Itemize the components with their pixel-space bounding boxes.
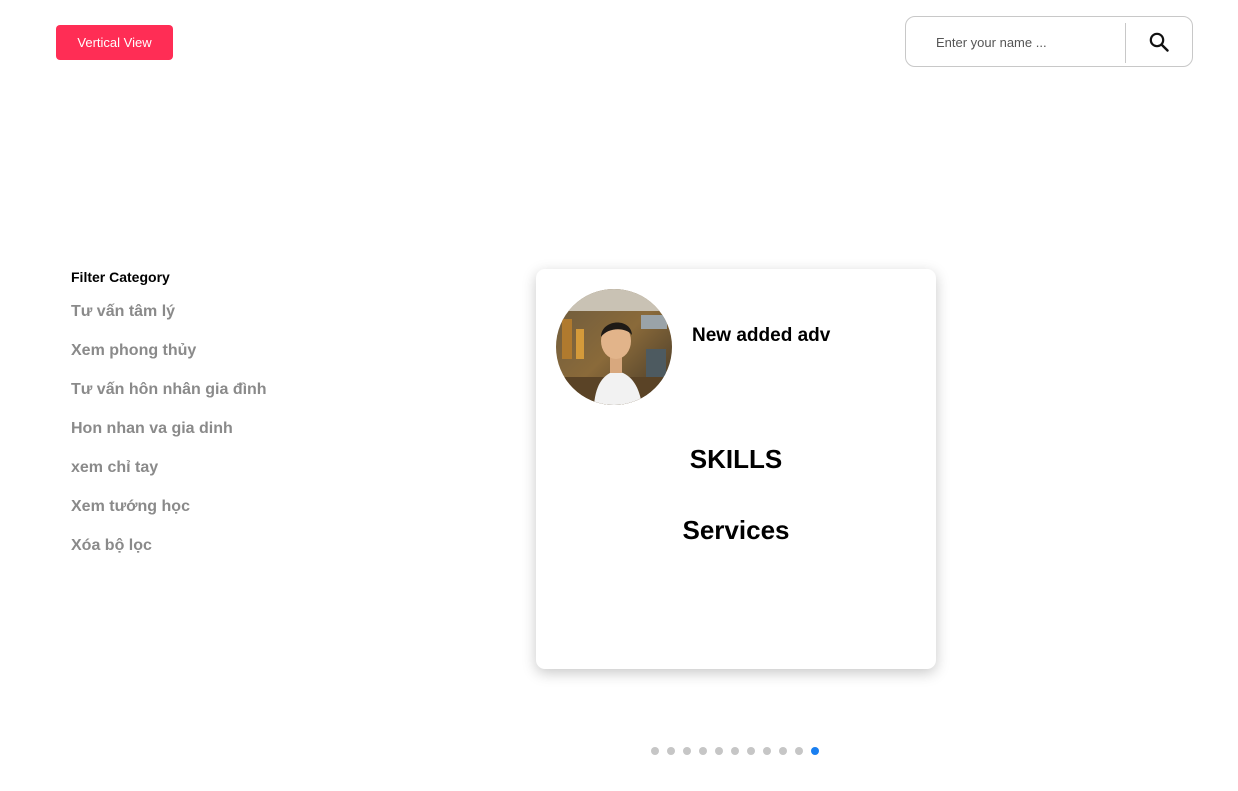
filter-item-xem-phong-thuy[interactable]: Xem phong thủy: [71, 342, 267, 381]
carousel-dot[interactable]: [667, 747, 675, 755]
filter-item-xem-chi-tay[interactable]: xem chỉ tay: [71, 459, 267, 498]
carousel-dot[interactable]: [779, 747, 787, 755]
search-box: [905, 16, 1193, 67]
carousel-dot[interactable]: [731, 747, 739, 755]
vertical-view-button[interactable]: Vertical View: [56, 25, 173, 60]
filter-item-clear-filter[interactable]: Xóa bộ lọc: [71, 537, 267, 576]
skills-heading: SKILLS: [689, 444, 783, 474]
carousel-dot[interactable]: [747, 747, 755, 755]
carousel-pagination: [651, 747, 819, 755]
filter-item-hon-nhan-va-gia-dinh[interactable]: Hon nhan va gia dinh: [71, 420, 267, 459]
carousel-dot[interactable]: [811, 747, 819, 755]
carousel-dot[interactable]: [699, 747, 707, 755]
carousel-dot[interactable]: [795, 747, 803, 755]
carousel-dot[interactable]: [715, 747, 723, 755]
advisor-card[interactable]: New added adv SKILLS Services: [536, 269, 936, 669]
search-input[interactable]: [920, 27, 1120, 57]
search-icon: [1149, 32, 1169, 52]
carousel-dot[interactable]: [763, 747, 771, 755]
filter-category-title: Filter Category: [71, 269, 170, 285]
filter-item-xem-tuong-hoc[interactable]: Xem tướng học: [71, 498, 267, 537]
filter-item-tu-van-tam-ly[interactable]: Tư vấn tâm lý: [71, 303, 267, 342]
services-heading: Services: [682, 515, 790, 545]
filter-item-tu-van-hon-nhan-gia-dinh[interactable]: Tư vấn hôn nhân gia đình: [71, 381, 267, 420]
search-button[interactable]: [1126, 17, 1192, 66]
avatar: [556, 289, 672, 405]
avatar-photo: [556, 289, 672, 405]
carousel-dot[interactable]: [651, 747, 659, 755]
filter-category-list: Tư vấn tâm lý Xem phong thủy Tư vấn hôn …: [71, 303, 267, 576]
carousel-dot[interactable]: [683, 747, 691, 755]
advisor-name: New added adv: [692, 325, 831, 346]
page: Vertical View Filter Category Tư vấn tâm…: [0, 0, 1238, 791]
